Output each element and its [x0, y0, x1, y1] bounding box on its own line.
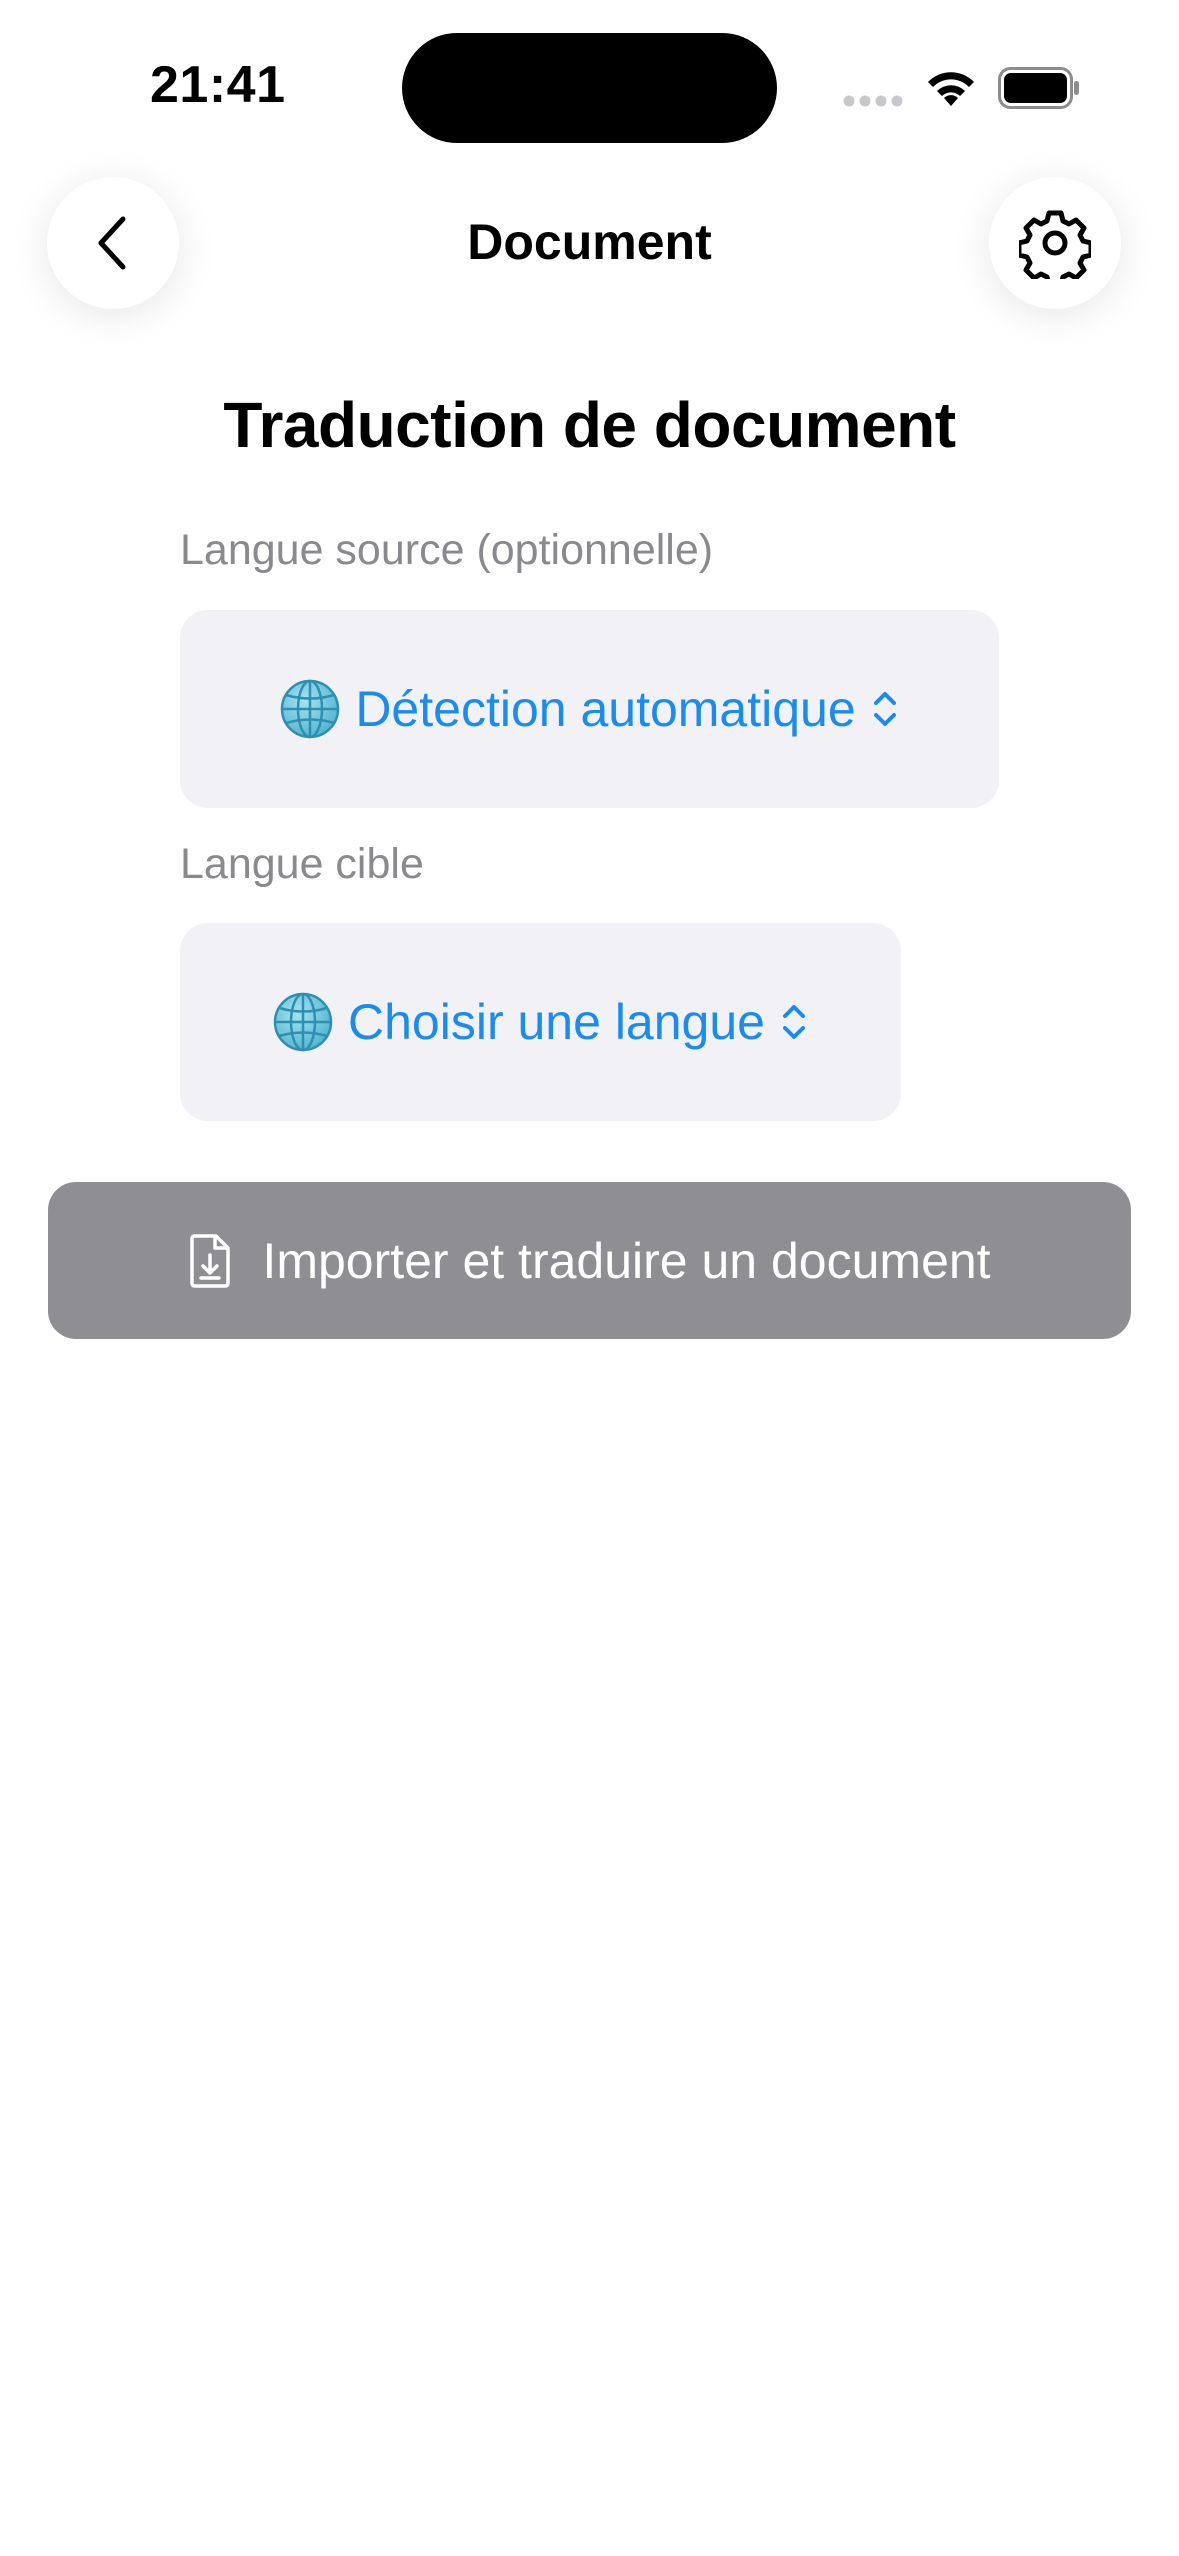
page-heading: Traduction de document: [223, 389, 956, 461]
import-translate-label: Importer et traduire un document: [262, 1232, 991, 1289]
source-language-picker[interactable]: Détection automatique: [180, 610, 999, 808]
up-down-chevron-icon: [782, 1005, 805, 1039]
cellular-icon: [843, 95, 903, 107]
source-language-value: Détection automatique: [355, 681, 856, 737]
battery-icon: [998, 67, 1079, 109]
up-down-chevron-icon: [873, 692, 896, 726]
settings-button[interactable]: [989, 177, 1121, 309]
import-translate-button[interactable]: Importer et traduire un document: [48, 1182, 1131, 1339]
gear-icon: [1019, 210, 1091, 279]
globe-icon: [273, 992, 333, 1052]
target-language-value: Choisir une langue: [348, 994, 765, 1050]
document-import-icon: [190, 1233, 231, 1288]
dynamic-island: [402, 33, 777, 143]
globe-icon: [281, 679, 340, 739]
status-time: 21:41: [150, 56, 286, 114]
target-language-picker[interactable]: Choisir une langue: [180, 923, 901, 1121]
wifi-icon: [928, 72, 974, 106]
source-language-label: Langue source (optionnelle): [180, 526, 714, 574]
target-language-label: Langue cible: [180, 840, 424, 888]
